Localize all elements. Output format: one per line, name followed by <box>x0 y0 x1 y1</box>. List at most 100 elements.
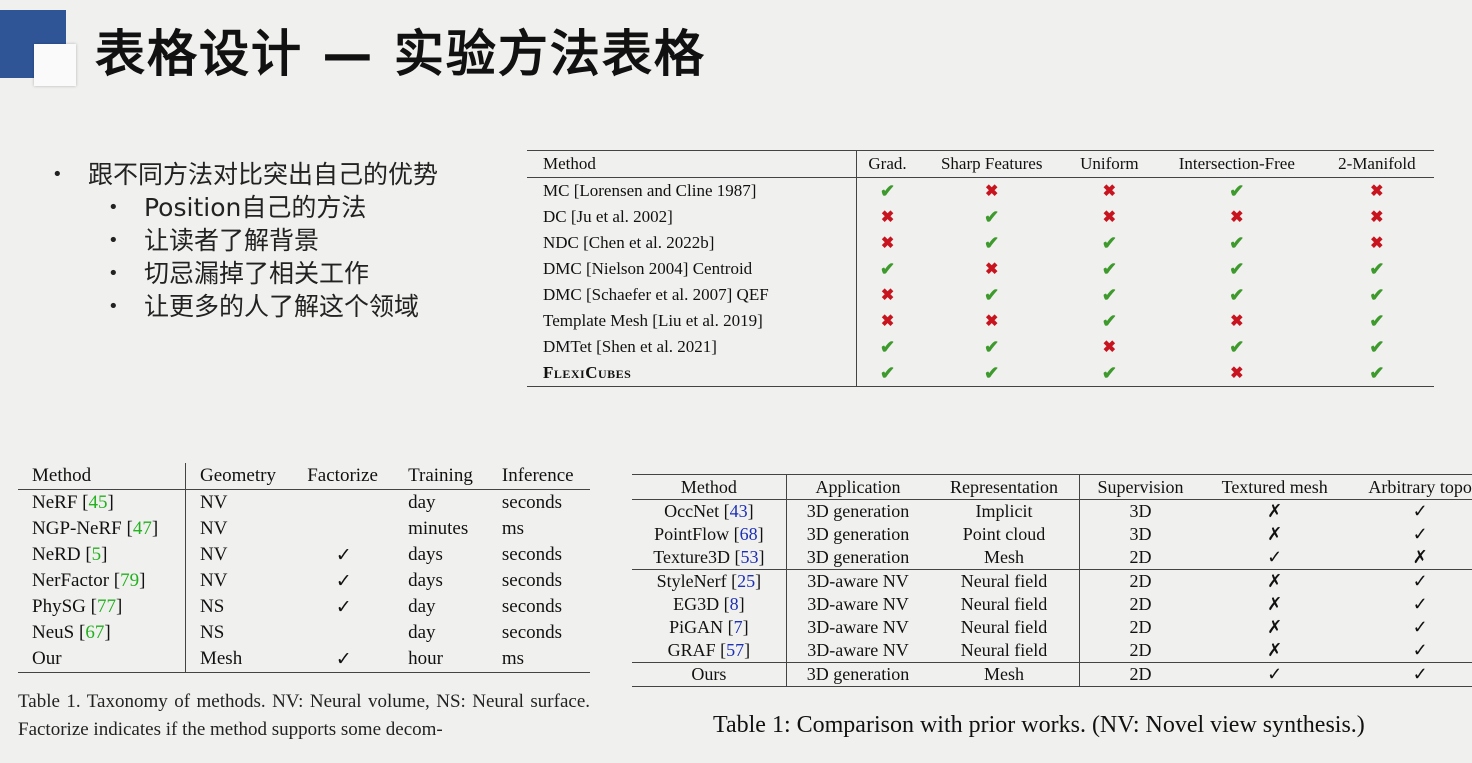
table-row: Ours 3D generation Mesh 2D ✓ ✓ <box>632 662 1472 687</box>
method-cell: GRAF [57] <box>667 640 751 660</box>
check-icon: ✔ <box>879 362 896 383</box>
representation-cell: Neural field <box>929 639 1079 663</box>
application-cell: 3D generation <box>785 499 930 523</box>
textured-mesh-cell: ✗ <box>1201 593 1348 616</box>
representation-value: Neural field <box>960 617 1048 637</box>
geometry-cell: NV <box>185 542 293 568</box>
citation-ref: 43 <box>729 501 748 521</box>
method-name: Ours <box>691 664 727 684</box>
supervision-cell: 2D <box>1078 662 1202 687</box>
cross-icon: ✖ <box>1370 209 1384 226</box>
column-header: Inference <box>487 463 590 490</box>
check-icon: ✓ <box>1267 664 1283 684</box>
column-header: Method <box>527 150 857 178</box>
cross-icon: ✗ <box>1267 617 1283 637</box>
geometry-cell: NV <box>185 568 293 594</box>
training-value: day <box>408 622 436 643</box>
column-header: Method <box>18 463 186 490</box>
bullet-sub-4: • 让更多的人了解这个领域 <box>52 290 438 323</box>
column-header: Geometry <box>185 463 294 490</box>
value-cell: ✔ <box>1064 360 1154 387</box>
bullet-sub-text: 让读者了解背景 <box>144 226 320 255</box>
method-name: NeuS <box>32 622 75 643</box>
method-cell: PointFlow [68] <box>654 524 764 544</box>
table-row: StyleNerf [25] 3D-aware NV Neural field 2D ✗… <box>632 569 1472 593</box>
representation-value: Neural field <box>960 571 1048 591</box>
check-icon: ✓ <box>1412 640 1428 660</box>
column-header: Representation <box>929 474 1080 500</box>
textured-mesh-cell: ✓ <box>1201 546 1348 570</box>
application-value: 3D generation <box>806 664 910 684</box>
value-cell: ✖ <box>1153 360 1320 387</box>
method-name: Template Mesh [Liu et al. 2019] <box>543 311 763 330</box>
citation-ref: 53 <box>740 547 759 567</box>
check-icon: ✔ <box>1101 310 1117 331</box>
value-cell: ✔ <box>1065 282 1154 308</box>
representation-cell: Implicit <box>929 500 1079 524</box>
training-cell: hour <box>394 646 488 673</box>
inference-value: seconds <box>501 492 563 513</box>
supervision-value: 2D <box>1129 547 1152 567</box>
method-name: NGP-NeRF <box>32 518 122 539</box>
value-cell: ✖ <box>919 256 1065 282</box>
application-cell: 3D generation <box>785 662 930 687</box>
table-row: GRAF [57] 3D-aware NV Neural field 2D ✗ ✓ <box>632 639 1472 663</box>
check-icon: ✔ <box>984 336 1000 357</box>
cross-icon: ✖ <box>1230 313 1244 330</box>
value-cell: ✔ <box>918 360 1065 387</box>
value-cell: ✔ <box>1320 334 1434 360</box>
logo-white-square <box>34 44 76 86</box>
training-cell: day <box>394 620 488 646</box>
geometry-value: NV <box>199 518 228 539</box>
method-name: OccNet <box>664 501 720 521</box>
citation-ref: 5 <box>91 544 102 565</box>
check-icon: ✓ <box>1412 571 1428 591</box>
supervision-cell: 3D <box>1078 523 1202 546</box>
table-row: DMC [Schaefer et al. 2007] QEF ✖ ✔ ✔ ✔ ✔ <box>527 282 1434 308</box>
geometry-cell: NV <box>185 490 293 517</box>
factorize-cell: ✓ <box>293 594 394 620</box>
training-cell: day <box>394 594 488 620</box>
method-name: PhySG <box>32 596 86 617</box>
cross-icon: ✖ <box>880 235 895 252</box>
representation-cell: Neural field <box>929 569 1080 593</box>
cross-icon: ✖ <box>880 287 895 304</box>
method-cell: PiGAN [7] <box>669 617 749 637</box>
application-cell: 3D-aware NV <box>785 616 930 639</box>
method-name: GRAF <box>667 640 716 660</box>
value-cell: ✖ <box>1154 308 1320 334</box>
supervision-value: 2D <box>1129 594 1152 614</box>
training-value: days <box>408 544 443 565</box>
application-value: 3D generation <box>806 524 910 544</box>
method-cell: DMC [Schaefer et al. 2007] QEF <box>527 282 857 308</box>
representation-value: Point cloud <box>962 524 1046 544</box>
method-name: DMC [Nielson 2004] Centroid <box>543 259 753 278</box>
check-icon: ✔ <box>984 206 1000 227</box>
bullet-dot: • <box>108 296 119 317</box>
check-icon: ✔ <box>1369 336 1385 357</box>
representation-cell: Point cloud <box>929 523 1079 546</box>
value-cell: ✔ <box>1154 282 1320 308</box>
value-cell: ✔ <box>919 230 1065 256</box>
check-icon: ✔ <box>1369 310 1385 331</box>
bullet-sub-text: 切忌漏掉了相关工作 <box>144 259 370 288</box>
table-row: FlexiCubes ✔ ✔ ✔ ✖ ✔ <box>527 360 1434 387</box>
value-cell: ✖ <box>856 308 918 334</box>
check-icon: ✔ <box>1101 258 1117 279</box>
supervision-cell: 3D <box>1078 499 1202 523</box>
check-icon: ✔ <box>879 336 896 357</box>
training-value: days <box>408 570 443 591</box>
table-row: DC [Ju et al. 2002] ✖ ✔ ✖ ✖ ✖ <box>527 204 1434 230</box>
value-cell: ✖ <box>919 178 1065 205</box>
method-name: StyleNerf <box>656 571 727 591</box>
geometry-cell: NS <box>185 594 293 620</box>
textured-mesh-cell: ✗ <box>1201 569 1349 593</box>
method-cell: NDC [Chen et al. 2022b] <box>527 230 857 256</box>
application-value: 3D-aware NV <box>807 571 909 591</box>
value-cell: ✔ <box>1154 334 1320 360</box>
check-icon: ✔ <box>1369 362 1385 383</box>
representation-value: Mesh <box>984 547 1025 567</box>
method-name: DMC [Schaefer et al. 2007] QEF <box>543 285 769 304</box>
value-cell: ✔ <box>919 282 1065 308</box>
inference-value: seconds <box>501 596 563 617</box>
